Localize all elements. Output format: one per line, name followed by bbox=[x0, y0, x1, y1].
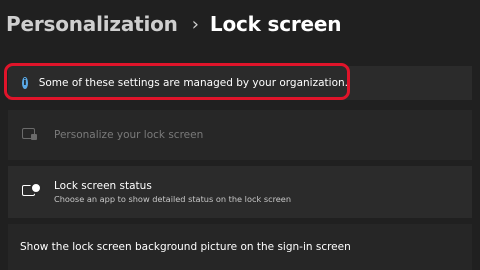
setting-personalize-lock-screen[interactable]: Personalize your lock screen bbox=[8, 110, 472, 160]
setting-show-background-on-signin[interactable]: Show the lock screen background picture … bbox=[8, 224, 472, 270]
chevron-right-icon: › bbox=[191, 13, 199, 35]
setting-label: Personalize your lock screen bbox=[54, 129, 204, 141]
lock-screen-status-icon bbox=[22, 182, 42, 199]
breadcrumb: Personalization › Lock screen bbox=[6, 6, 342, 42]
info-bar-background bbox=[348, 66, 472, 100]
info-icon: i bbox=[22, 77, 28, 89]
setting-subtitle: Choose an app to show detailed status on… bbox=[54, 194, 292, 204]
setting-title: Lock screen status bbox=[54, 180, 152, 192]
breadcrumb-parent-link[interactable]: Personalization bbox=[6, 12, 178, 36]
info-bar: i Some of these settings are managed by … bbox=[8, 66, 348, 100]
info-bar-text: Some of these settings are managed by yo… bbox=[38, 77, 348, 89]
page-title: Lock screen bbox=[209, 12, 342, 36]
setting-title: Show the lock screen background picture … bbox=[20, 241, 351, 253]
lock-screen-icon bbox=[22, 128, 40, 142]
setting-lock-screen-status[interactable]: Lock screen status Choose an app to show… bbox=[8, 166, 472, 218]
